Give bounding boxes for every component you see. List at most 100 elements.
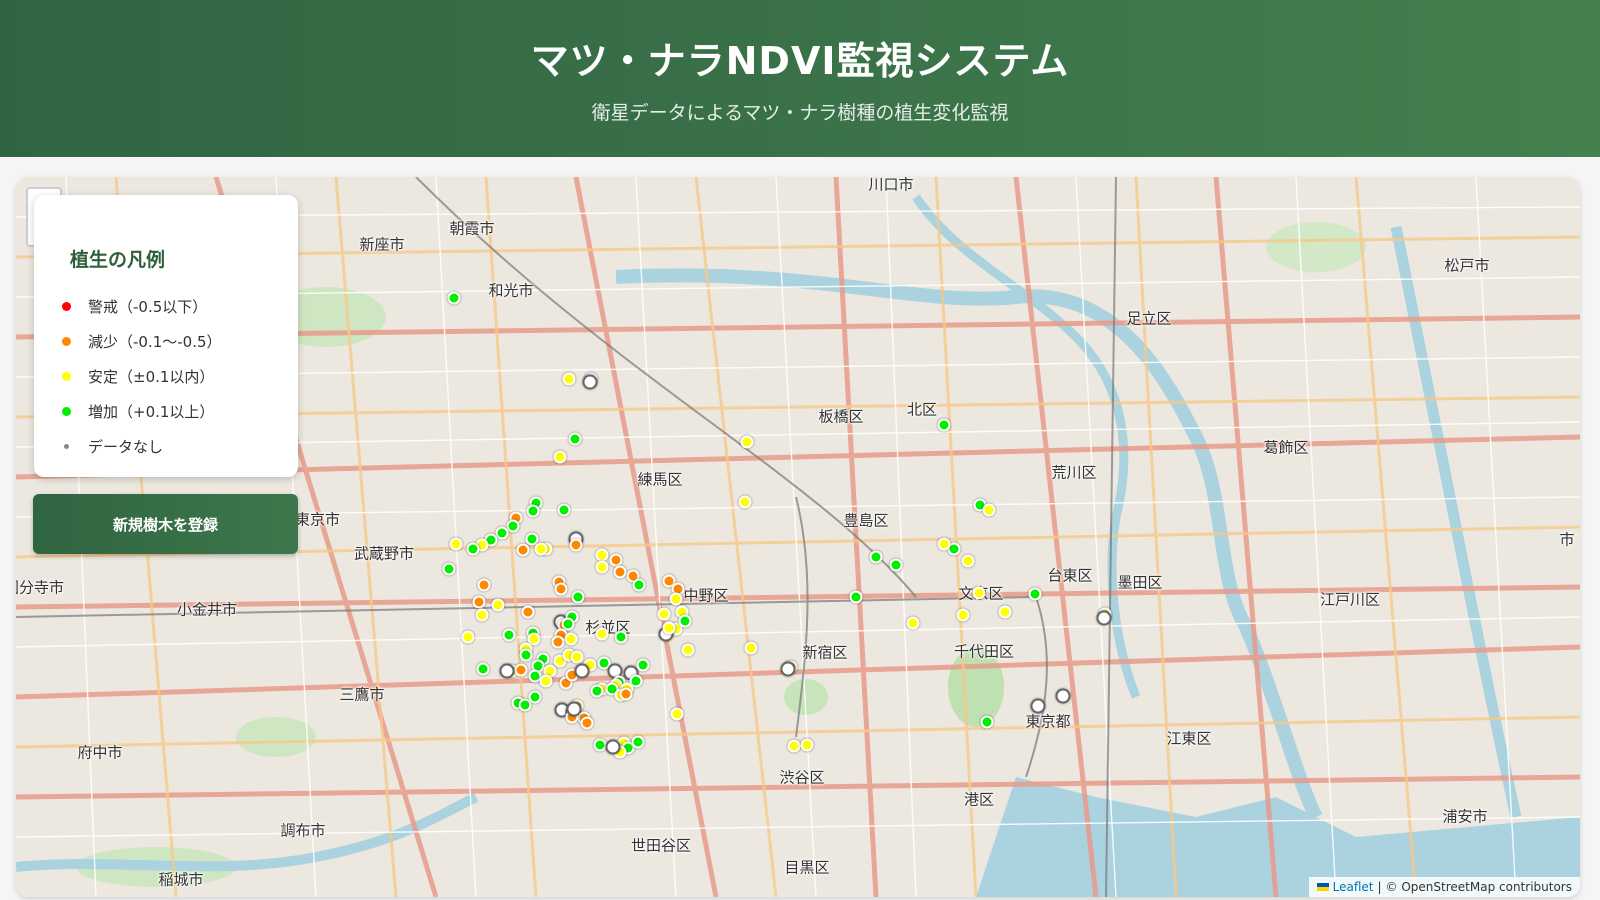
tree-marker[interactable] [521,605,535,619]
tree-marker[interactable] [670,707,684,721]
legend-dot-nodata [64,444,69,449]
tree-marker[interactable] [528,690,542,704]
tree-marker[interactable] [744,641,758,655]
tree-marker[interactable] [516,543,530,557]
tree-marker[interactable] [475,608,489,622]
tree-marker[interactable] [1055,688,1071,704]
tree-marker[interactable] [787,739,801,753]
tree-marker[interactable] [551,635,565,649]
tree-marker[interactable] [502,628,516,642]
tree-marker[interactable] [553,450,567,464]
legend-item-alert: 警戒（-0.5以下） [62,296,207,317]
place-label-matsudo: 松戸市 [1444,256,1490,275]
tree-marker[interactable] [937,537,951,551]
place-label-city-edge: 市 [1559,530,1575,549]
tree-marker[interactable] [526,504,540,518]
tree-marker[interactable] [466,542,480,556]
tree-marker[interactable] [571,590,585,604]
tree-marker[interactable] [595,560,609,574]
tree-marker[interactable] [442,562,456,576]
tree-marker[interactable] [961,554,975,568]
tree-marker[interactable] [1028,587,1042,601]
tree-marker[interactable] [580,716,594,730]
tree-marker[interactable] [869,550,883,564]
tree-marker[interactable] [564,632,578,646]
tree-marker[interactable] [998,605,1012,619]
place-label-edogawa: 江戸川区 [1319,590,1381,609]
legend-dot-increase [62,407,71,416]
tree-marker[interactable] [613,565,627,579]
place-label-shibuya: 渋谷区 [779,768,825,787]
tree-marker[interactable] [889,558,903,572]
tree-marker[interactable] [800,738,814,752]
tree-marker[interactable] [595,627,609,641]
tree-marker[interactable] [447,291,461,305]
tree-marker[interactable] [491,598,505,612]
tree-marker[interactable] [569,538,583,552]
place-label-sumida: 墨田区 [1117,573,1163,592]
tree-marker[interactable] [539,674,553,688]
place-label-wako: 和光市 [488,281,534,300]
tree-marker[interactable] [506,519,520,533]
place-label-adachi: 足立区 [1126,309,1172,328]
tree-marker[interactable] [849,590,863,604]
tree-marker[interactable] [780,661,796,677]
tree-marker[interactable] [554,582,568,596]
tree-marker[interactable] [461,630,475,644]
tree-marker[interactable] [614,630,628,644]
tree-marker[interactable] [619,687,633,701]
legend-label-increase: 増加（+0.1以上） [88,403,215,421]
tree-marker[interactable] [681,643,695,657]
place-label-nerima: 練馬区 [637,470,683,489]
tree-marker[interactable] [980,715,994,729]
tree-marker[interactable] [605,739,621,755]
tree-marker[interactable] [476,662,490,676]
tree-marker[interactable] [562,372,576,386]
tree-marker[interactable] [657,607,671,621]
tree-marker[interactable] [669,592,683,606]
tree-marker[interactable] [1030,698,1046,714]
place-label-kita: 北区 [906,400,938,419]
place-label-minato: 港区 [963,790,995,809]
tree-marker[interactable] [449,537,463,551]
tree-marker[interactable] [534,542,548,556]
tree-marker[interactable] [982,503,996,517]
tree-marker[interactable] [495,526,509,540]
tree-marker[interactable] [472,595,486,609]
tree-marker[interactable] [1096,610,1112,626]
tree-marker[interactable] [631,735,645,749]
tree-marker[interactable] [566,701,582,717]
place-label-arakawa: 荒川区 [1051,463,1097,482]
tree-marker[interactable] [477,578,491,592]
tree-marker[interactable] [972,586,986,600]
tree-marker[interactable] [514,663,528,677]
tree-marker[interactable] [738,495,752,509]
tree-marker[interactable] [574,663,590,679]
tree-marker[interactable] [499,663,515,679]
tree-marker[interactable] [568,432,582,446]
tree-marker[interactable] [519,648,533,662]
tree-marker[interactable] [570,650,584,664]
place-label-kawaguchi: 川口市 [868,177,914,194]
tree-marker[interactable] [937,418,951,432]
page-subtitle: 衛星データによるマツ・ナラ樹種の植生変化監視 [591,102,1009,124]
register-tree-button[interactable]: 新規樹木を登録 [33,494,298,554]
tree-marker[interactable] [590,684,604,698]
tree-marker[interactable] [632,578,646,592]
tree-marker[interactable] [678,614,692,628]
leaflet-link[interactable]: Leaflet [1333,880,1374,894]
tree-marker[interactable] [906,616,920,630]
place-label-koto: 江東区 [1166,729,1212,748]
tree-marker[interactable] [636,658,650,672]
legend-item-stable: 安定（±0.1以内） [62,366,214,387]
tree-marker[interactable] [557,503,571,517]
osm-attribution: © OpenStreetMap contributors [1385,880,1572,894]
map-container[interactable]: 川口市 朝霞市 新座市 和光市 足立区 松戸市 板橋区 北区 荒川区 葛飾区 練… [16,177,1580,897]
tree-marker[interactable] [740,435,754,449]
place-label-katsushika: 葛飾区 [1263,438,1309,457]
tree-marker[interactable] [956,608,970,622]
tree-marker[interactable] [593,738,607,752]
app-header: マツ・ナラNDVI監視システム 衛星データによるマツ・ナラ樹種の植生変化監視 [0,0,1600,157]
tree-marker[interactable] [662,621,676,635]
tree-marker[interactable] [582,374,598,390]
